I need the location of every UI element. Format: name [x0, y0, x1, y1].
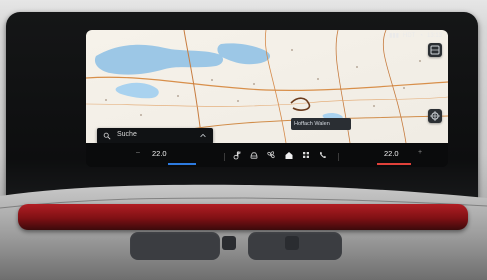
divider-right — [338, 153, 339, 161]
clock: 13:13 — [426, 32, 442, 39]
car-icon[interactable] — [249, 150, 259, 160]
phone-icon[interactable] — [318, 150, 328, 160]
search-box[interactable]: Suche — [97, 128, 213, 144]
map-options-button[interactable] — [428, 43, 442, 57]
temp-decrease-left[interactable]: – — [136, 149, 140, 156]
signal-strength-icon: ▮▮▮ — [389, 33, 400, 39]
divider-left — [224, 153, 225, 161]
crosshair-icon — [430, 111, 440, 121]
temp-increase-right[interactable]: + — [418, 149, 422, 156]
map-options-icon — [430, 45, 440, 55]
search-placeholder: Suche — [117, 131, 137, 138]
map-center-button[interactable] — [428, 109, 442, 123]
right-temperature[interactable]: 22.0 — [384, 149, 399, 158]
music-note-icon[interactable] — [232, 150, 242, 160]
left-climate-control[interactable] — [130, 232, 220, 260]
destination-suggestion[interactable]: Hoffach Walen — [291, 118, 351, 130]
status-bar: ▮▮▮ HDT ◔ 13:13 — [389, 32, 442, 40]
home-icon[interactable] — [284, 150, 294, 160]
wifi-icon: ◔ — [419, 32, 423, 39]
left-temperature[interactable]: 22.0 — [152, 149, 167, 158]
bottom-control-bar: – 22.0 22.0 + — [86, 143, 448, 167]
navigation-map[interactable] — [86, 30, 448, 143]
destination-label: Hoffach Walen — [294, 121, 330, 127]
quick-icons-row — [232, 148, 328, 162]
left-temp-indicator — [168, 163, 196, 165]
fan-icon[interactable] — [266, 150, 276, 160]
ambient-red-trim — [18, 204, 468, 230]
climate-rear-button[interactable] — [285, 236, 299, 250]
infotainment-screen: ▮▮▮ HDT ◔ 13:13 Suche Hoffach Walen – 22… — [86, 30, 448, 167]
climate-max-button[interactable] — [222, 236, 236, 250]
chevron-up-icon[interactable] — [199, 132, 207, 140]
grid-icon[interactable] — [301, 150, 311, 160]
right-temp-indicator — [377, 163, 411, 165]
search-icon — [103, 132, 111, 140]
network-label: HDT — [403, 32, 416, 39]
